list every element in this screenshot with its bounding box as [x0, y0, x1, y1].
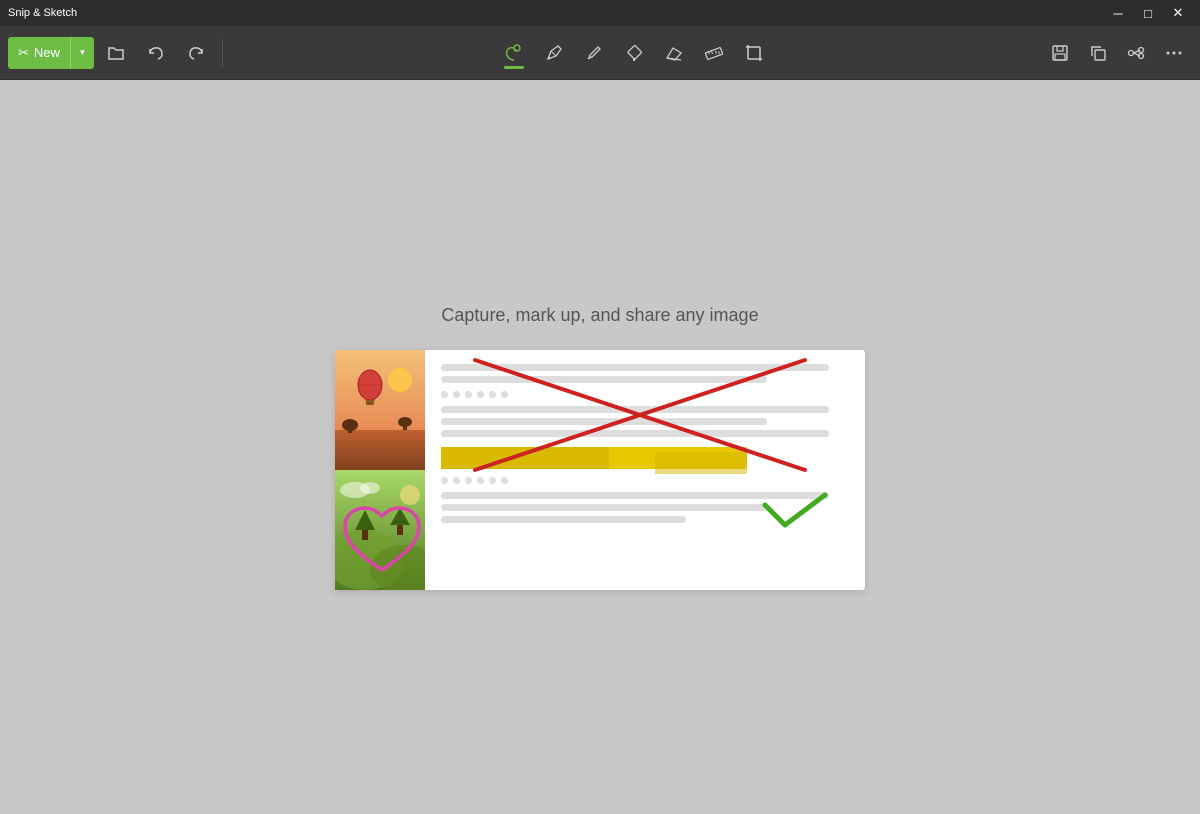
content-line: [441, 430, 829, 437]
new-icon: ✂: [18, 45, 29, 61]
title-bar: Snip & Sketch ─ □ ✕: [0, 0, 1200, 26]
undo-button[interactable]: [138, 35, 174, 71]
dot: [441, 477, 448, 484]
copy-icon: [1088, 43, 1108, 63]
new-button[interactable]: ✂ New ▾: [8, 37, 94, 69]
content-lines-top: [441, 364, 849, 383]
toolbar-separator: [222, 39, 223, 67]
main-content: Capture, mark up, and share any image: [0, 80, 1200, 814]
content-lines-bottom: [441, 492, 849, 523]
maximize-button[interactable]: □: [1134, 0, 1162, 26]
content-line: [441, 406, 829, 413]
touch-writing-icon: [503, 42, 525, 64]
card-image-bottom: [335, 470, 425, 590]
content-line: [441, 492, 829, 499]
open-button[interactable]: [98, 35, 134, 71]
redo-icon: [187, 44, 205, 62]
more-button[interactable]: [1156, 35, 1192, 71]
dot: [501, 391, 508, 398]
dot: [477, 391, 484, 398]
undo-icon: [147, 44, 165, 62]
markup-overlay: [425, 350, 865, 590]
highlighter-button[interactable]: [616, 35, 652, 71]
card-images-column: [335, 350, 425, 590]
dots-row-2: [441, 477, 849, 484]
highlighter-icon: [623, 42, 645, 64]
share-button[interactable]: [1118, 35, 1154, 71]
toolbar-center-tools: [231, 35, 1038, 71]
highlight-bar: [441, 447, 747, 469]
content-lines-mid: [441, 406, 849, 437]
eraser-icon: [663, 42, 685, 64]
new-button-label: New: [34, 45, 60, 60]
card-content-column: [425, 350, 865, 590]
content-line: [441, 516, 686, 523]
redo-button[interactable]: [178, 35, 214, 71]
pencil-button[interactable]: [576, 35, 612, 71]
pencil-icon: [583, 42, 605, 64]
title-bar-controls: ─ □ ✕: [1104, 0, 1192, 26]
ballpoint-pen-icon: [543, 42, 565, 64]
content-line: [441, 504, 767, 511]
content-line: [441, 418, 767, 425]
content-line: [441, 364, 829, 371]
dot: [489, 477, 496, 484]
dot: [453, 391, 460, 398]
new-button-dropdown[interactable]: ▾: [70, 37, 94, 69]
dots-row-1: [441, 391, 849, 398]
more-icon: [1164, 43, 1184, 63]
dot: [441, 391, 448, 398]
title-bar-left: Snip & Sketch: [8, 7, 77, 19]
dot: [465, 391, 472, 398]
illustration-card: [335, 350, 865, 590]
toolbar: ✂ New ▾: [0, 26, 1200, 80]
dot: [501, 477, 508, 484]
dot: [465, 477, 472, 484]
card-image-top: [335, 350, 425, 470]
touch-writing-button[interactable]: [496, 35, 532, 71]
toolbar-right-tools: [1042, 35, 1192, 71]
dot: [489, 391, 496, 398]
dot: [477, 477, 484, 484]
save-icon: [1050, 43, 1070, 63]
ruler-icon: [703, 42, 725, 64]
ruler-button[interactable]: [696, 35, 732, 71]
crop-icon: [743, 42, 765, 64]
ballpoint-pen-button[interactable]: [536, 35, 572, 71]
app-title: Snip & Sketch: [8, 7, 77, 19]
minimize-button[interactable]: ─: [1104, 0, 1132, 26]
close-button[interactable]: ✕: [1164, 0, 1192, 26]
copy-button[interactable]: [1080, 35, 1116, 71]
crop-button[interactable]: [736, 35, 772, 71]
dot: [453, 477, 460, 484]
eraser-button[interactable]: [656, 35, 692, 71]
save-button[interactable]: [1042, 35, 1078, 71]
welcome-text: Capture, mark up, and share any image: [441, 305, 758, 326]
open-icon: [107, 44, 125, 62]
content-line: [441, 376, 767, 383]
share-icon: [1126, 43, 1146, 63]
